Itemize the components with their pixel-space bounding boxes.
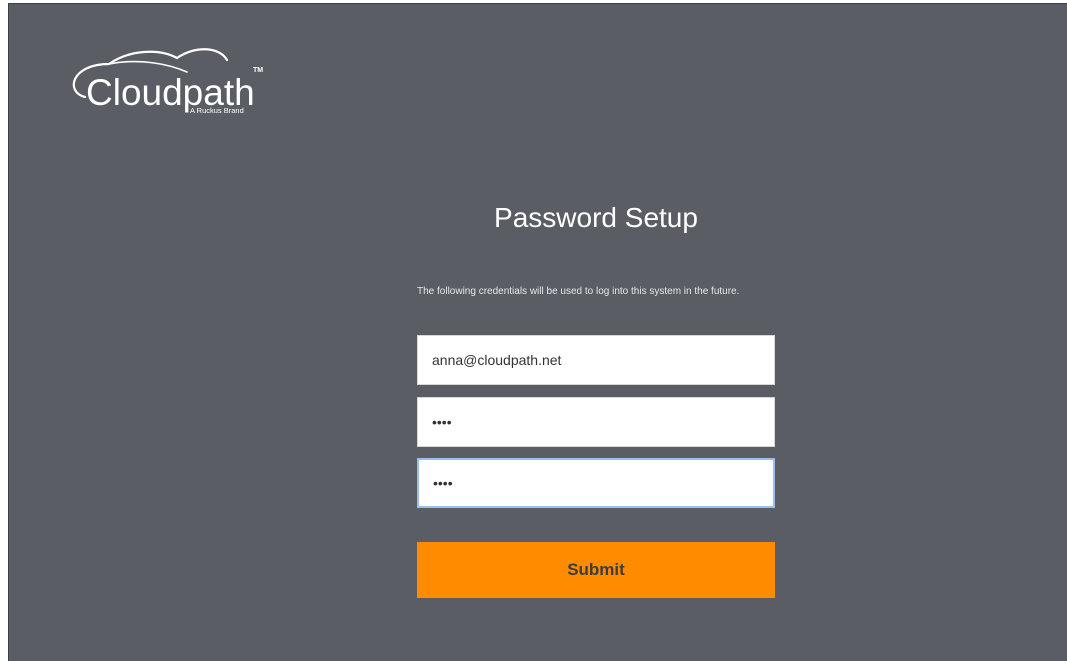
submit-button[interactable]: Submit	[417, 542, 775, 598]
form-description: The following credentials will be used t…	[417, 286, 740, 297]
confirm-password-field[interactable]	[417, 458, 775, 508]
email-field[interactable]	[417, 335, 775, 385]
setup-page: Cloudpath TM A Ruckus Brand Password Set…	[8, 3, 1067, 661]
logo-trademark: TM	[253, 67, 264, 74]
logo-tagline: A Ruckus Brand	[190, 106, 244, 115]
cloudpath-logo: Cloudpath TM A Ruckus Brand	[59, 42, 289, 132]
page-title: Password Setup	[494, 202, 698, 233]
password-field[interactable]	[417, 397, 775, 447]
